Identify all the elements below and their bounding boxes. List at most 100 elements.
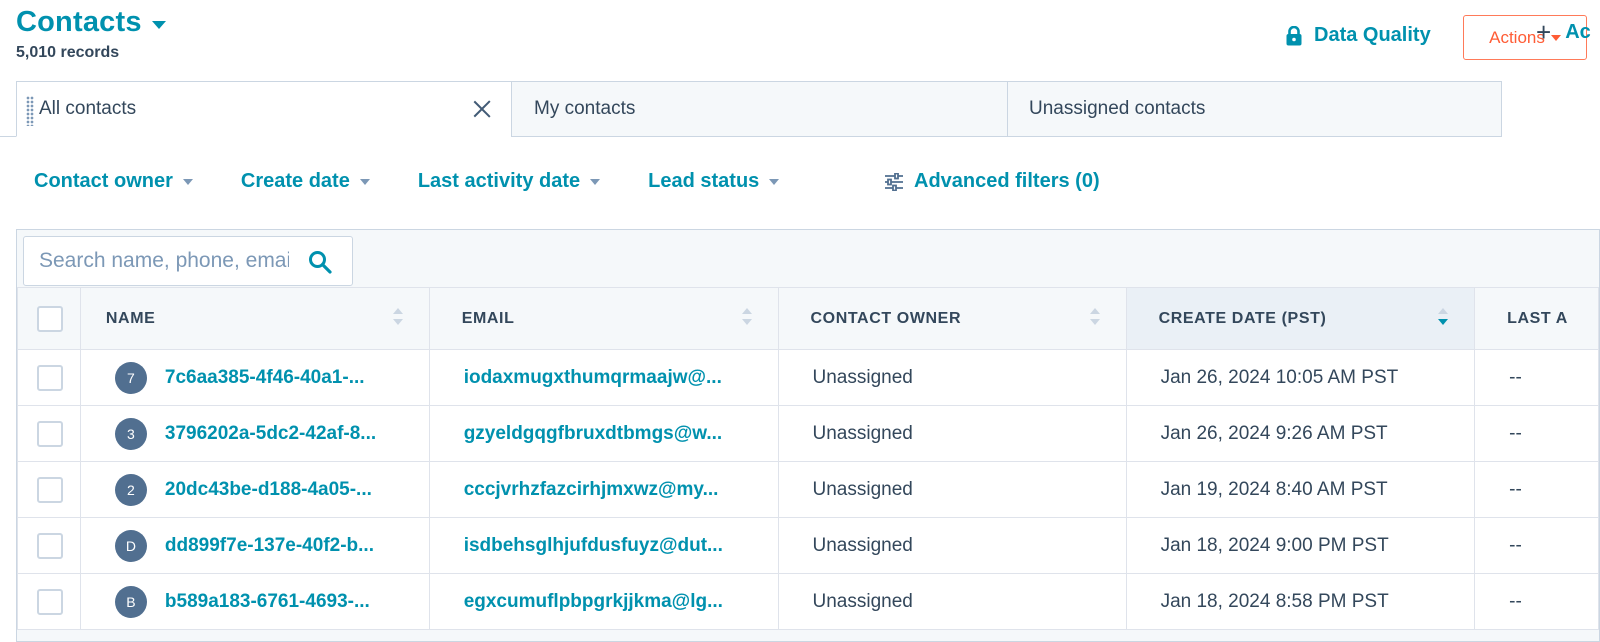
name-cell: Ddd899f7e-137e-40f2-b...: [79, 517, 430, 574]
sliders-icon: [885, 172, 903, 191]
sort-icon[interactable]: [392, 306, 403, 328]
add-view-label: Ac: [1565, 21, 1591, 43]
row-checkbox[interactable]: [37, 532, 63, 559]
search-icon[interactable]: [308, 250, 332, 274]
avatar: 2: [114, 473, 147, 506]
lock-icon: [1286, 25, 1302, 45]
table-row: Ddd899f7e-137e-40f2-b... isdbehsglhjufdu…: [17, 517, 1599, 574]
column-label: CREATE DATE (PST): [1158, 309, 1327, 327]
row-select-cell: [17, 517, 81, 574]
column-header-email[interactable]: EMAIL: [428, 287, 779, 350]
select-all-cell: [17, 287, 81, 350]
last-activity-cell: --: [1474, 405, 1599, 462]
create-date-cell: Jan 26, 2024 10:05 AM PST: [1125, 349, 1476, 406]
select-all-checkbox[interactable]: [37, 305, 63, 332]
column-header-name[interactable]: NAME: [79, 287, 430, 350]
tabs-divider: [0, 136, 16, 137]
caret-down-icon: [590, 178, 601, 185]
table-row: 7 7c6aa385-4f46-40a1-... iodaxmugxthumqrm…: [17, 349, 1599, 406]
close-icon[interactable]: [471, 98, 493, 120]
column-label: CONTACT OWNER: [810, 309, 962, 327]
email-link[interactable]: cccjvrhzfazcirhjmxwz@my...: [464, 479, 746, 501]
contact-name-link[interactable]: 7c6aa385-4f46-40a1-...: [165, 367, 395, 389]
tab-label: My contacts: [534, 98, 636, 119]
create-date-cell: Jan 26, 2024 9:26 AM PST: [1125, 405, 1476, 462]
name-cell: 3 3796202a-5dc2-42af-8...: [79, 405, 430, 462]
tab-all-contacts[interactable]: All contacts: [16, 81, 512, 137]
search-box: [23, 236, 353, 286]
data-quality-button[interactable]: Data Quality: [1286, 24, 1431, 47]
row-checkbox[interactable]: [37, 476, 63, 503]
email-link[interactable]: iodaxmugxthumqrmaajw@...: [464, 367, 746, 389]
row-select-cell: [17, 573, 81, 630]
owner-cell: Unassigned: [777, 461, 1127, 518]
contacts-title-dropdown[interactable]: Contacts: [16, 6, 166, 39]
row-select-cell: [17, 349, 81, 406]
avatar: B: [114, 585, 147, 618]
filter-label: Contact owner: [34, 170, 173, 192]
create-date-cell: Jan 19, 2024 8:40 AM PST: [1125, 461, 1476, 518]
contact-name-link[interactable]: b589a183-6761-4693-...: [165, 591, 395, 613]
row-checkbox[interactable]: [37, 420, 63, 447]
drag-handle-icon[interactable]: [26, 96, 34, 126]
email-link[interactable]: isdbehsglhjufdusfuyz@dut...: [464, 535, 746, 557]
add-view-button[interactable]: + Ac: [1536, 17, 1591, 48]
email-link[interactable]: egxcumuflpbpgrkjjkma@lg...: [464, 591, 746, 613]
table-row: 3 3796202a-5dc2-42af-8... gzyeldgqgfbruxd…: [17, 405, 1599, 462]
email-cell: gzyeldgqgfbruxdtbmgs@w...: [428, 405, 779, 462]
name-cell: 2 20dc43be-d188-4a05-...: [79, 461, 430, 518]
create-date-cell: Jan 18, 2024 8:58 PM PST: [1125, 573, 1476, 630]
caret-down-icon: [359, 178, 370, 185]
owner-cell: Unassigned: [777, 517, 1127, 574]
column-header-last-activity[interactable]: LAST A: [1474, 287, 1599, 350]
filter-label: Last activity date: [417, 170, 581, 192]
row-checkbox[interactable]: [37, 588, 63, 615]
owner-cell: Unassigned: [777, 573, 1127, 630]
sort-descending-icon[interactable]: [1438, 306, 1449, 328]
avatar: 7: [114, 361, 147, 394]
column-label: EMAIL: [461, 309, 515, 327]
table-header-row: NAME EMAIL CONTACT OWNER CREATE DATE (PS…: [17, 287, 1599, 350]
advanced-filters-button[interactable]: Advanced filters (0): [884, 170, 1100, 193]
table-panel: NAME EMAIL CONTACT OWNER CREATE DATE (PS…: [16, 229, 1600, 642]
filter-label: Lead status: [648, 170, 760, 192]
filter-contact-owner[interactable]: Contact owner: [34, 170, 193, 193]
email-cell: cccjvrhzfazcirhjmxwz@my...: [428, 461, 779, 518]
table-row: Bb589a183-6761-4693-... egxcumuflpbpgrkj…: [17, 573, 1599, 630]
avatar: D: [114, 529, 147, 562]
advanced-filters-label: Advanced filters (0): [914, 170, 1100, 192]
row-select-cell: [17, 405, 81, 462]
tab-my-contacts[interactable]: My contacts: [511, 81, 1008, 137]
sort-icon[interactable]: [1089, 306, 1100, 328]
filter-lead-status[interactable]: Lead status: [648, 170, 780, 193]
page-title: Contacts: [16, 6, 142, 38]
sort-icon[interactable]: [741, 306, 752, 328]
caret-down-icon: [182, 178, 193, 185]
tab-label: All contacts: [39, 98, 137, 119]
record-count: 5,010 records: [16, 44, 120, 61]
column-label: NAME: [105, 309, 156, 327]
owner-cell: Unassigned: [777, 405, 1127, 462]
filter-create-date[interactable]: Create date: [241, 170, 370, 193]
create-date-cell: Jan 18, 2024 9:00 PM PST: [1125, 517, 1476, 574]
row-select-cell: [17, 461, 81, 518]
name-cell: Bb589a183-6761-4693-...: [79, 573, 430, 630]
tab-unassigned-contacts[interactable]: Unassigned contacts: [1007, 81, 1502, 137]
email-link[interactable]: gzyeldgqgfbruxdtbmgs@w...: [464, 423, 746, 445]
contacts-table: NAME EMAIL CONTACT OWNER CREATE DATE (PS…: [17, 287, 1599, 630]
filter-bar: Contact owner Create date Last activity …: [34, 170, 780, 193]
search-input[interactable]: [24, 249, 289, 273]
chevron-down-icon: [151, 20, 166, 29]
contact-name-link[interactable]: 20dc43be-d188-4a05-...: [165, 479, 395, 501]
row-checkbox[interactable]: [37, 364, 63, 391]
name-cell: 7 7c6aa385-4f46-40a1-...: [79, 349, 430, 406]
tab-label: Unassigned contacts: [1029, 98, 1206, 119]
filter-last-activity-date[interactable]: Last activity date: [417, 170, 601, 193]
column-header-create-date[interactable]: CREATE DATE (PST): [1125, 287, 1476, 350]
email-cell: isdbehsglhjufdusfuyz@dut...: [428, 517, 779, 574]
contact-name-link[interactable]: 3796202a-5dc2-42af-8...: [165, 423, 395, 445]
contact-name-link[interactable]: dd899f7e-137e-40f2-b...: [165, 535, 395, 557]
last-activity-cell: --: [1474, 461, 1599, 518]
column-header-contact-owner[interactable]: CONTACT OWNER: [777, 287, 1127, 350]
last-activity-cell: --: [1474, 573, 1599, 630]
